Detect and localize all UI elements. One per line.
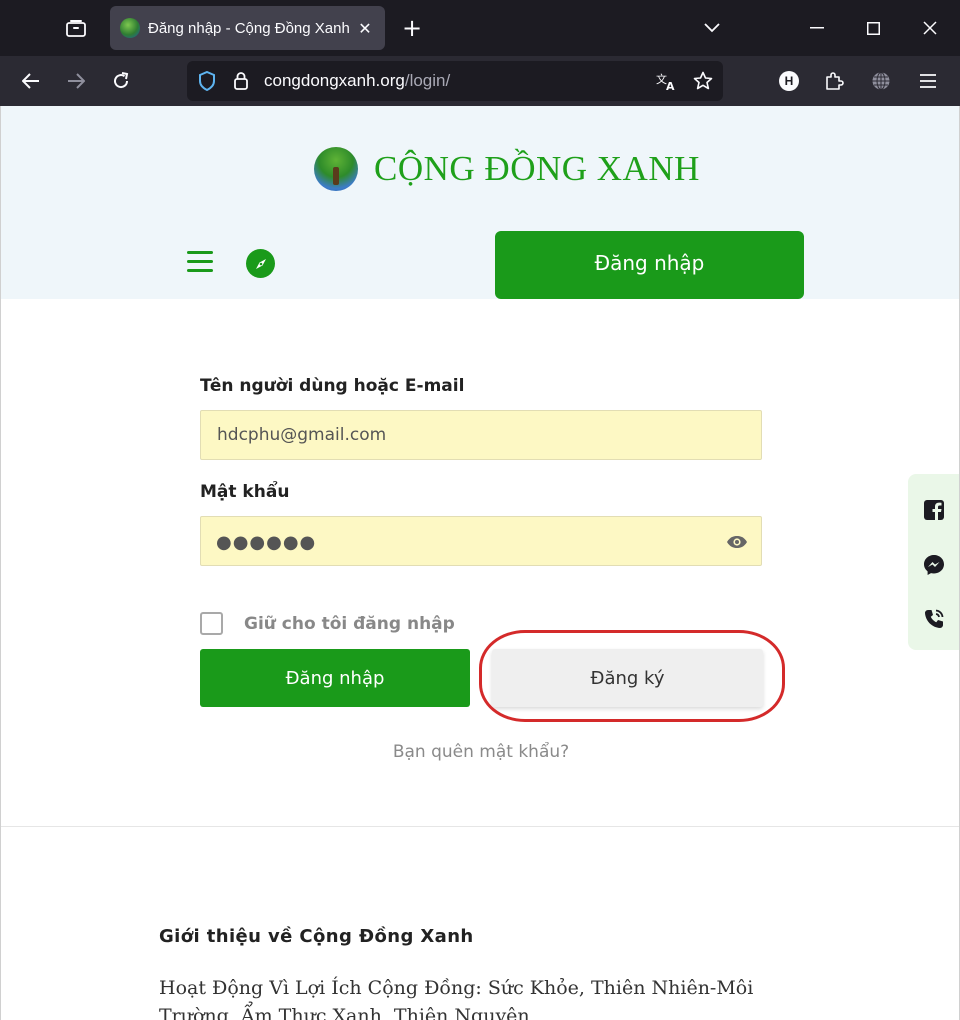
password-mask: ●●●●●● xyxy=(216,532,317,553)
login-form: Tên người dùng hoặc E-mail Mật khẩu ●●●●… xyxy=(200,376,762,566)
maximize-icon[interactable] xyxy=(853,10,893,46)
lock-icon[interactable] xyxy=(227,67,255,95)
minimize-icon[interactable] xyxy=(797,10,837,46)
app-menu-icon[interactable] xyxy=(912,65,944,97)
password-label: Mật khẩu xyxy=(200,482,290,502)
back-icon[interactable] xyxy=(15,65,47,97)
tree-logo-icon xyxy=(314,147,358,191)
eye-icon[interactable] xyxy=(725,531,749,553)
forward-icon[interactable] xyxy=(60,65,92,97)
tab-title: Đăng nhập - Cộng Đồng Xanh xyxy=(148,19,350,37)
section-divider xyxy=(1,826,959,827)
star-icon[interactable] xyxy=(689,67,717,95)
intro-text: Hoạt Động Vì Lợi Ích Cộng Đồng: Sức Khỏe… xyxy=(159,977,754,1020)
forgot-password-link[interactable]: Bạn quên mật khẩu? xyxy=(1,742,959,762)
url-bar[interactable]: congdongxanh.org/login/ 文A xyxy=(187,61,723,101)
username-field-wrapper xyxy=(200,410,762,460)
site-header: CỘNG ĐỒNG XANH Đăng nhập xyxy=(1,106,959,299)
reload-icon[interactable] xyxy=(105,65,137,97)
facebook-icon[interactable] xyxy=(921,497,947,523)
username-label: Tên người dùng hoặc E-mail xyxy=(200,376,465,396)
compass-icon[interactable] xyxy=(246,249,275,278)
messenger-icon[interactable] xyxy=(921,552,947,578)
shield-icon[interactable] xyxy=(193,67,221,95)
remember-label[interactable]: Giữ cho tôi đăng nhập xyxy=(244,614,455,634)
page-viewport: CỘNG ĐỒNG XANH Đăng nhập Tên người dùng … xyxy=(0,106,960,1020)
active-tab[interactable]: Đăng nhập - Cộng Đồng Xanh ✕ xyxy=(110,6,385,50)
username-input[interactable] xyxy=(201,411,761,459)
highlight-annotation xyxy=(479,630,785,722)
site-logo[interactable]: CỘNG ĐỒNG XANH xyxy=(314,146,700,192)
site-favicon-icon xyxy=(120,18,140,38)
extensions-icon[interactable] xyxy=(818,65,850,97)
hamburger-icon[interactable] xyxy=(185,248,215,276)
plus-icon[interactable]: + xyxy=(398,14,426,42)
remember-checkbox[interactable] xyxy=(200,612,223,635)
browser-window: Đăng nhập - Cộng Đồng Xanh ✕ + congdongx… xyxy=(0,0,960,1020)
svg-text:A: A xyxy=(666,80,675,91)
translate-icon[interactable]: 文A xyxy=(653,67,681,95)
url-path: /login/ xyxy=(404,71,451,90)
password-input[interactable]: ●●●●●● xyxy=(200,516,762,566)
profile-initial: H xyxy=(779,71,799,91)
chevron-down-icon[interactable] xyxy=(692,10,732,46)
url-domain: congdongxanh.org xyxy=(264,71,405,90)
globe-icon[interactable] xyxy=(865,65,897,97)
remember-me[interactable]: Giữ cho tôi đăng nhập xyxy=(200,612,455,635)
profile-avatar[interactable]: H xyxy=(773,65,805,97)
header-login-button[interactable]: Đăng nhập xyxy=(495,231,804,299)
tab-bar: Đăng nhập - Cộng Đồng Xanh ✕ + xyxy=(0,0,960,56)
login-submit-button[interactable]: Đăng nhập xyxy=(200,649,470,707)
url-text: congdongxanh.org/login/ xyxy=(264,71,450,91)
window-close-icon[interactable] xyxy=(910,10,950,46)
intro-heading: Giới thiệu về Cộng Đồng Xanh xyxy=(159,926,474,947)
navigation-toolbar: congdongxanh.org/login/ 文A H xyxy=(0,56,960,106)
tab-list-icon[interactable] xyxy=(56,10,96,46)
site-logo-text: CỘNG ĐỒNG XANH xyxy=(374,149,700,188)
social-sidebar xyxy=(908,474,959,650)
close-icon[interactable]: ✕ xyxy=(355,19,375,38)
phone-icon[interactable] xyxy=(921,606,947,632)
